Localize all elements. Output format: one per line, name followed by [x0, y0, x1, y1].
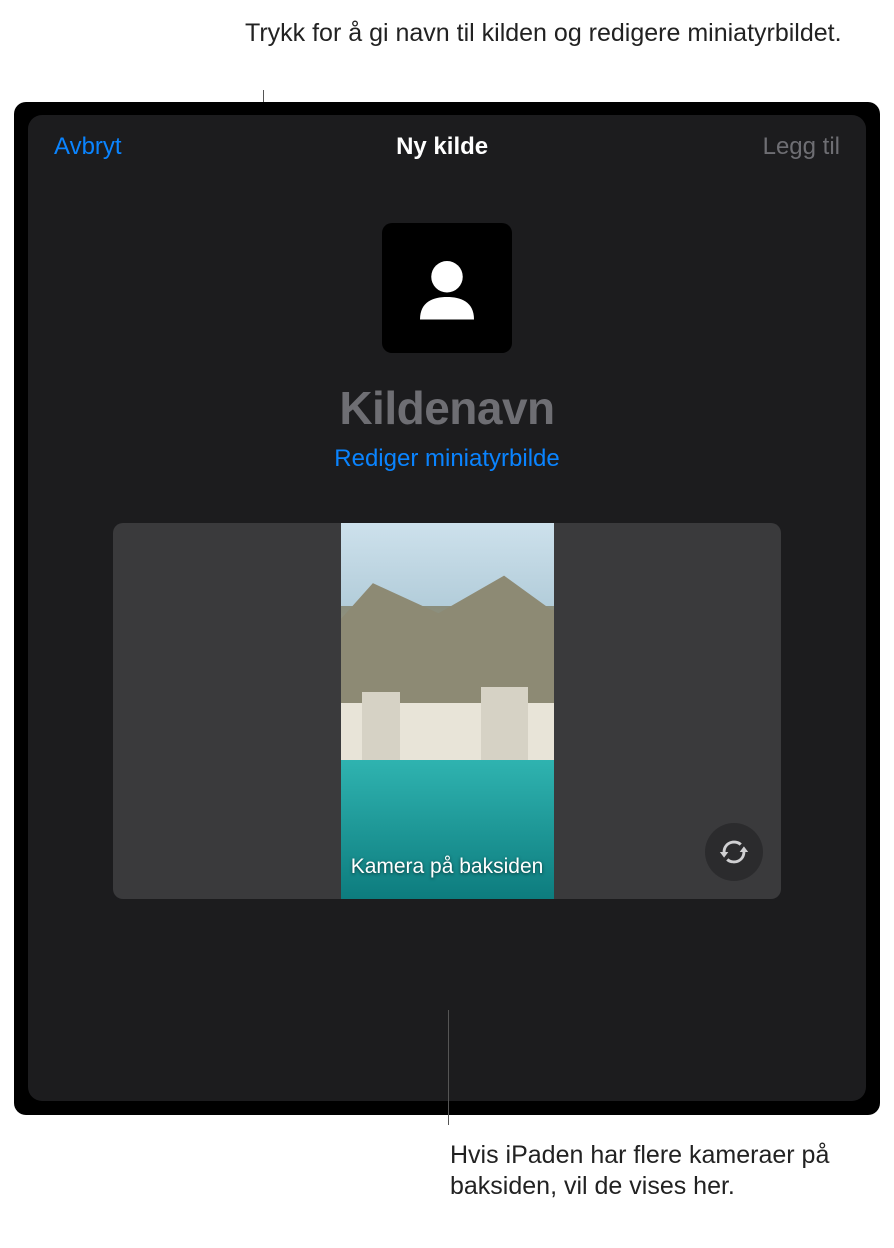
edit-thumbnail-button[interactable]: Rediger miniatyrbilde [28, 445, 866, 473]
add-button[interactable]: Legg til [763, 133, 840, 161]
source-name-input[interactable]: Kildenavn [28, 381, 866, 435]
device-frame: Avbryt Ny kilde Legg til Kildenavn Redig… [14, 102, 880, 1115]
callout-leader-line-bottom [448, 1010, 449, 1125]
person-silhouette-icon [411, 252, 483, 324]
preview-buildings [341, 703, 554, 759]
camera-preview-area: Kamera på baksiden [113, 523, 781, 899]
cancel-button[interactable]: Avbryt [54, 133, 122, 161]
camera-flip-icon [717, 835, 751, 869]
callout-bottom-text: Hvis iPaden har flere kameraer på baksid… [450, 1140, 894, 1203]
source-avatar[interactable] [382, 223, 512, 353]
name-section: Kildenavn Rediger miniatyrbilde [28, 381, 866, 473]
camera-label: Kamera på baksiden [351, 855, 544, 879]
modal-header: Avbryt Ny kilde Legg til [28, 115, 866, 175]
new-source-modal: Avbryt Ny kilde Legg til Kildenavn Redig… [28, 115, 866, 1101]
camera-preview-image [341, 523, 554, 899]
modal-title: Ny kilde [396, 133, 488, 161]
callout-top-text: Trykk for å gi navn til kilden og redige… [245, 18, 842, 49]
flip-camera-button[interactable] [705, 823, 763, 881]
